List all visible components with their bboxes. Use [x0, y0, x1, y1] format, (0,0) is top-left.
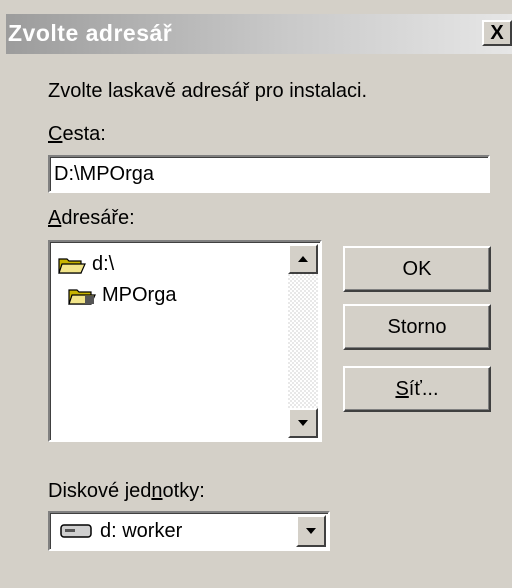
folder-open-icon [58, 257, 86, 274]
list-item[interactable]: d:\ [58, 253, 114, 276]
arrow-up-icon [298, 256, 308, 262]
folder-open-icon [68, 288, 96, 305]
close-button[interactable]: X [482, 20, 512, 46]
scroll-down-button[interactable] [288, 408, 318, 438]
directories-label: Adresáře: [48, 207, 135, 229]
drive-select-value: d: worker [100, 520, 183, 542]
dialog-prompt: Zvolte laskavě adresář pro instalaci. [48, 80, 368, 102]
ok-button[interactable]: OK [343, 246, 491, 292]
dialog-title: Zvolte adresář [8, 20, 173, 46]
title-bar[interactable]: Zvolte adresář X [6, 14, 512, 54]
list-item[interactable]: MPOrga [68, 284, 176, 307]
directory-scrollbar[interactable] [288, 244, 318, 438]
drive-icon [60, 524, 92, 538]
drives-label: Diskové jednotky: [48, 480, 205, 502]
directory-item-label: d:\ [92, 253, 115, 275]
drive-dropdown-button[interactable] [296, 515, 326, 547]
path-label: Cesta: [48, 123, 106, 145]
directory-item-label: MPOrga [102, 284, 177, 306]
path-input[interactable] [48, 155, 490, 193]
arrow-down-icon [298, 420, 308, 426]
directory-list[interactable]: d:\ MPOrga [48, 240, 322, 442]
scroll-up-button[interactable] [288, 244, 318, 274]
chevron-down-icon [306, 528, 316, 534]
cancel-button[interactable]: Storno [343, 304, 491, 350]
drive-select[interactable]: d: worker [48, 511, 330, 551]
network-button[interactable]: Síť... [343, 366, 491, 412]
close-icon: X [490, 22, 504, 44]
